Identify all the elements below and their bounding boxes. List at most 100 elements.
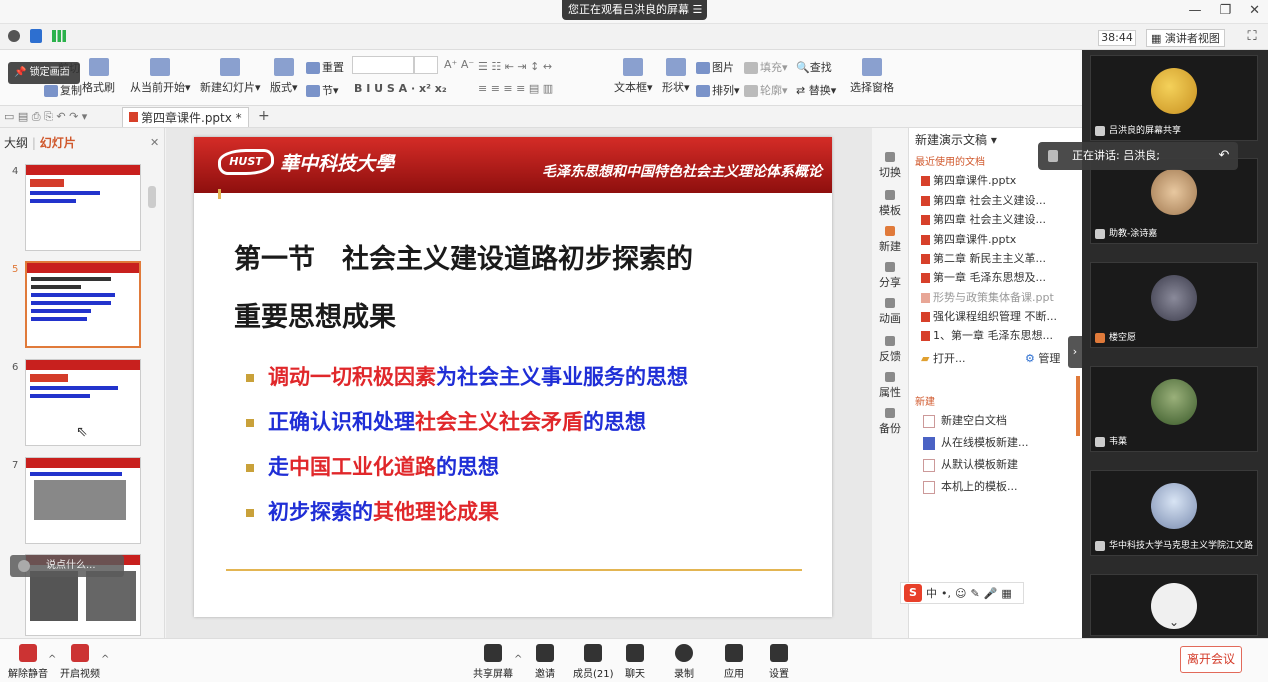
- close-panel-icon[interactable]: ✕: [150, 136, 159, 149]
- font-name-field[interactable]: [352, 56, 414, 74]
- font-size-field[interactable]: [414, 56, 438, 74]
- start-video-button[interactable]: 开启视频: [60, 644, 100, 680]
- shape-button[interactable]: 形状▾: [662, 58, 690, 95]
- members-button[interactable]: 成员(21): [573, 644, 614, 680]
- close-icon[interactable]: ✕: [1249, 3, 1260, 18]
- new-from-default-template[interactable]: 从默认模板新建: [923, 456, 1018, 472]
- recent-doc-item[interactable]: 第四章 社会主义建设...: [921, 211, 1046, 227]
- ime-toolbar[interactable]: S 中 •, ☺ ✎ 🎤 ▦: [900, 582, 1024, 604]
- fill-button[interactable]: 填充▾: [744, 59, 788, 75]
- backup-button[interactable]: 备份: [872, 408, 908, 436]
- list-format-buttons[interactable]: ☰ ☷ ⇤ ⇥ ↕ ↔: [478, 60, 552, 73]
- align-buttons[interactable]: ≡ ≡ ≡ ≡ ▤ ▥: [478, 82, 553, 95]
- find-button[interactable]: 🔍查找: [796, 59, 832, 75]
- replace-button[interactable]: ⇄ 替换▾: [796, 82, 836, 98]
- apps-button[interactable]: 应用: [724, 644, 744, 680]
- current-slide[interactable]: HUST 華中科技大學 毛泽东思想和中国特色社会主义理论体系概论 第一节 社会主…: [194, 137, 832, 617]
- manage-button[interactable]: ⚙ 管理: [1025, 350, 1060, 366]
- outline-button[interactable]: 轮廓▾: [744, 82, 788, 98]
- new-blank-doc[interactable]: 新建空白文档: [923, 412, 1007, 428]
- video-tile[interactable]: 韦菓: [1090, 366, 1258, 452]
- transition-button[interactable]: 切换: [872, 152, 908, 180]
- template-button[interactable]: 模板: [872, 190, 908, 218]
- back-icon[interactable]: ↶: [1210, 142, 1238, 170]
- shield-icon[interactable]: [30, 29, 42, 43]
- slide-thumbnail-selected[interactable]: [25, 261, 141, 348]
- new-slide-button[interactable]: 新建幻灯片▾: [200, 58, 261, 95]
- ime-mode[interactable]: 中: [926, 585, 937, 601]
- presenter-view-button[interactable]: ▦ 演讲者视图: [1146, 29, 1225, 47]
- tab-slides[interactable]: 幻灯片: [40, 136, 76, 150]
- recent-doc-item[interactable]: 第四章课件.pptx: [921, 231, 1016, 247]
- share-screen-button[interactable]: 共享屏幕: [473, 644, 513, 680]
- audio-options-icon[interactable]: ^: [48, 654, 56, 665]
- record-button[interactable]: 录制: [674, 644, 694, 680]
- properties-button[interactable]: 属性: [872, 372, 908, 400]
- pane-scrollbar[interactable]: [1076, 376, 1080, 436]
- play-from-current-button[interactable]: 从当前开始▾: [130, 58, 191, 95]
- new-from-online-template[interactable]: 从在线模板新建...: [923, 434, 1029, 450]
- open-button[interactable]: ▰ 打开...: [921, 350, 965, 366]
- video-options-icon[interactable]: ^: [101, 654, 109, 665]
- signal-icon[interactable]: [52, 30, 66, 42]
- emoji-icon[interactable]: ☺: [955, 587, 966, 600]
- slide-thumbnail[interactable]: [25, 457, 141, 544]
- feedback-button[interactable]: 反馈: [872, 336, 908, 364]
- share-button[interactable]: 分享: [872, 262, 908, 290]
- slide-header-banner: HUST 華中科技大學 毛泽东思想和中国特色社会主义理论体系概论: [194, 137, 832, 193]
- local-templates[interactable]: 本机上的模板...: [923, 478, 1018, 494]
- video-tile[interactable]: 吕洪良的屏幕共享: [1090, 55, 1258, 141]
- add-tab-icon[interactable]: +: [258, 108, 270, 124]
- chat-button[interactable]: 聊天: [625, 644, 645, 680]
- textbox-button[interactable]: 文本框▾: [614, 58, 653, 95]
- font-grow-icon[interactable]: A⁺ A⁻: [444, 58, 474, 71]
- new-button[interactable]: 新建: [872, 226, 908, 254]
- collapse-video-icon[interactable]: ›: [1068, 336, 1082, 368]
- font-style-buttons[interactable]: B I U S A · x² x₂: [354, 82, 447, 95]
- picture-button[interactable]: 图片: [696, 59, 734, 75]
- pen-icon[interactable]: ✎: [970, 587, 979, 600]
- recent-doc-item[interactable]: 第四章课件.pptx: [921, 172, 1016, 188]
- recent-doc-item[interactable]: 强化课程组织管理 不断...: [921, 308, 1057, 324]
- list-icon[interactable]: ☰: [693, 3, 703, 16]
- recent-doc-item[interactable]: 形势与政策集体备课.ppt: [921, 289, 1054, 305]
- cut-button[interactable]: 剪切: [58, 60, 80, 76]
- chevron-down-icon[interactable]: ⌄: [1169, 615, 1179, 629]
- thumbnail-scrollbar[interactable]: [148, 186, 156, 208]
- selection-pane-button[interactable]: 选择窗格: [850, 58, 894, 95]
- video-tile[interactable]: 助教-涂诗嘉: [1090, 158, 1258, 244]
- minimize-icon[interactable]: —: [1188, 3, 1201, 18]
- recent-doc-item[interactable]: 第一章 毛泽东思想及...: [921, 269, 1046, 285]
- format-painter-button[interactable]: 格式刷: [82, 58, 115, 95]
- layout-button[interactable]: 版式▾: [270, 58, 298, 95]
- animation-button[interactable]: 动画: [872, 298, 908, 326]
- grid-icon[interactable]: ▦: [1001, 587, 1011, 600]
- tab-outline[interactable]: 大纲: [4, 136, 28, 150]
- settings-button[interactable]: 设置: [769, 644, 789, 680]
- recent-doc-item[interactable]: 1、第一章 毛泽东思想...: [921, 327, 1053, 343]
- invite-button[interactable]: 邀请: [535, 644, 555, 680]
- leave-meeting-button[interactable]: 离开会议: [1180, 646, 1242, 673]
- unmute-button[interactable]: 解除静音: [8, 644, 48, 680]
- slide-thumbnail[interactable]: [25, 164, 141, 251]
- quick-access-icons[interactable]: ▭ ▤ ⎙ ⎘ ↶ ↷ ▾: [4, 110, 87, 124]
- mic-icon[interactable]: 🎤: [984, 587, 998, 600]
- video-tile[interactable]: 楼空愿: [1090, 262, 1258, 348]
- video-tile[interactable]: ⌄: [1090, 574, 1258, 636]
- copy-button[interactable]: 复制: [44, 82, 82, 98]
- document-tab[interactable]: 第四章课件.pptx *: [122, 107, 249, 127]
- info-icon[interactable]: [8, 30, 20, 42]
- recent-doc-item[interactable]: 第二章 新民主主义革...: [921, 250, 1046, 266]
- reset-button[interactable]: 重置: [306, 59, 344, 75]
- share-options-icon[interactable]: ^: [514, 654, 522, 665]
- bullet-square-icon: [246, 374, 254, 382]
- chat-quick-input[interactable]: 说点什么...: [10, 555, 124, 577]
- recent-doc-item[interactable]: 第四章 社会主义建设...: [921, 192, 1046, 208]
- arrange-button[interactable]: 排列▾: [696, 82, 740, 98]
- punctuation-icon[interactable]: •,: [941, 587, 951, 600]
- fullscreen-icon[interactable]: ⛶: [1244, 29, 1260, 45]
- video-tile[interactable]: 华中科技大学马克思主义学院江文路: [1090, 470, 1258, 556]
- section-button[interactable]: 节▾: [306, 82, 339, 98]
- restore-icon[interactable]: ❐: [1219, 3, 1231, 18]
- screen-share-banner[interactable]: 您正在观看吕洪良的屏幕 ☰: [562, 0, 707, 20]
